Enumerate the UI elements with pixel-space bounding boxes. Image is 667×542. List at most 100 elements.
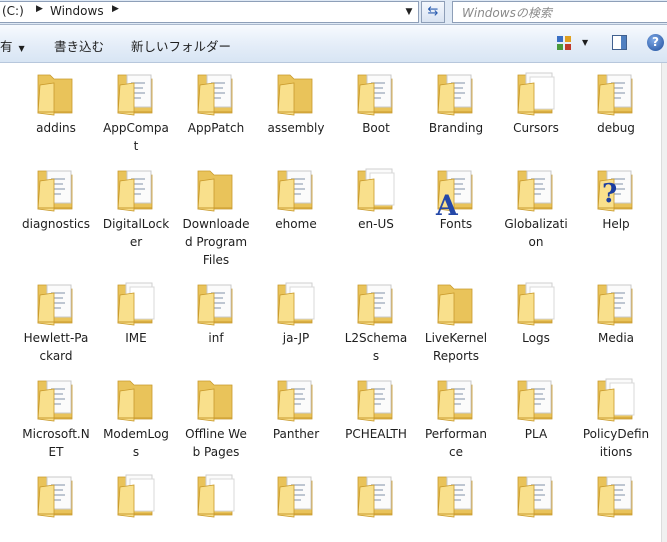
folder-name: inf bbox=[208, 331, 224, 345]
folder-name: diagnostics bbox=[22, 217, 91, 231]
preview-pane-icon[interactable] bbox=[612, 35, 627, 50]
folder-item[interactable]: Branding bbox=[416, 69, 496, 165]
search-placeholder: Windowsの検索 bbox=[462, 6, 552, 20]
folder-name: Performance bbox=[424, 427, 488, 459]
folder-item[interactable]: PCHEALTH bbox=[336, 375, 416, 471]
folder-item[interactable]: ModemLogs bbox=[96, 375, 176, 471]
folder-name: ModemLogs bbox=[103, 427, 169, 459]
folder-item[interactable]: assembly bbox=[256, 69, 336, 165]
folder-name: Offline Web Pages bbox=[185, 427, 247, 459]
folder-item[interactable]: Offline Web Pages bbox=[176, 375, 256, 471]
folder-grid: addins AppCompat AppPatch assembly Boot bbox=[16, 69, 656, 531]
folder-item[interactable] bbox=[96, 471, 176, 531]
folder-name: Hewlett-Packard bbox=[23, 331, 89, 363]
folder-item[interactable]: L2Schemas bbox=[336, 279, 416, 375]
folder-item[interactable] bbox=[496, 471, 576, 531]
folder-icon bbox=[512, 471, 560, 521]
command-bar: 有 ▼ 書き込む 新しいフォルダー ▼ ? bbox=[0, 25, 667, 63]
folder-icon bbox=[432, 69, 480, 119]
folder-item[interactable]: Hewlett-Packard bbox=[16, 279, 96, 375]
folder-item[interactable]: inf bbox=[176, 279, 256, 375]
folder-icon bbox=[432, 279, 480, 329]
folder-name: AppPatch bbox=[187, 121, 245, 135]
folder-name: ehome bbox=[275, 217, 317, 231]
address-bar-area: (C:) ▶ Windows ▶ ▼ ⇆ Windowsの検索 bbox=[0, 0, 667, 25]
folder-item[interactable]: DigitalLocker bbox=[96, 165, 176, 279]
folder-item[interactable]: PLA bbox=[496, 375, 576, 471]
folder-item[interactable]: Cursors bbox=[496, 69, 576, 165]
folder-item[interactable]: IME bbox=[96, 279, 176, 375]
folder-item[interactable]: Microsoft.NET bbox=[16, 375, 96, 471]
folder-icon bbox=[112, 69, 160, 119]
folder-name: AppCompat bbox=[103, 121, 169, 153]
folder-item[interactable]: diagnostics bbox=[16, 165, 96, 279]
folder-icon bbox=[112, 279, 160, 329]
folder-item[interactable] bbox=[576, 471, 656, 531]
folder-item[interactable] bbox=[336, 471, 416, 531]
folder-item[interactable] bbox=[16, 471, 96, 531]
refresh-icon[interactable]: ⇆ bbox=[421, 1, 445, 23]
share-button[interactable]: 有 ▼ bbox=[0, 36, 25, 55]
folder-item[interactable] bbox=[176, 471, 256, 531]
folder-item[interactable]: PolicyDefinitions bbox=[576, 375, 656, 471]
folder-item[interactable]: ? Help bbox=[576, 165, 656, 279]
vertical-scrollbar[interactable] bbox=[661, 63, 667, 542]
folder-icon bbox=[512, 165, 560, 215]
folder-item[interactable]: Panther bbox=[256, 375, 336, 471]
folder-name: Cursors bbox=[513, 121, 559, 135]
folder-icon bbox=[352, 69, 400, 119]
folder-icon: ? bbox=[592, 165, 640, 215]
folder-name: Branding bbox=[428, 121, 484, 135]
view-dropdown-icon[interactable]: ▼ bbox=[582, 38, 588, 47]
folder-name: IME bbox=[125, 331, 147, 345]
folder-icon bbox=[352, 279, 400, 329]
folder-item[interactable]: Performance bbox=[416, 375, 496, 471]
folder-item[interactable]: A Fonts bbox=[416, 165, 496, 279]
folder-item[interactable]: debug bbox=[576, 69, 656, 165]
folder-icon: A bbox=[432, 165, 480, 222]
view-options-icon[interactable] bbox=[557, 36, 571, 50]
folder-item[interactable]: Logs bbox=[496, 279, 576, 375]
folder-item[interactable]: AppPatch bbox=[176, 69, 256, 165]
folder-item[interactable]: AppCompat bbox=[96, 69, 176, 165]
breadcrumb-separator-icon[interactable]: ▶ bbox=[36, 4, 43, 14]
folder-icon bbox=[272, 375, 320, 425]
folder-item[interactable]: en-US bbox=[336, 165, 416, 279]
share-button-label: 有 bbox=[0, 39, 13, 54]
folder-icon bbox=[432, 375, 480, 425]
folder-icon bbox=[272, 471, 320, 521]
folder-icon bbox=[592, 279, 640, 329]
folder-item[interactable]: addins bbox=[16, 69, 96, 165]
breadcrumb-separator-icon[interactable]: ▶ bbox=[112, 4, 119, 14]
search-input[interactable]: Windowsの検索 bbox=[452, 1, 667, 23]
new-folder-button[interactable]: 新しいフォルダー bbox=[131, 36, 231, 55]
folder-item[interactable]: Globalization bbox=[496, 165, 576, 279]
folder-name: Boot bbox=[362, 121, 390, 135]
folder-icon bbox=[112, 165, 160, 215]
folder-item[interactable]: ja-JP bbox=[256, 279, 336, 375]
folder-item[interactable] bbox=[416, 471, 496, 531]
folder-icon bbox=[272, 165, 320, 215]
folder-item[interactable] bbox=[256, 471, 336, 531]
folder-item[interactable]: Downloaded Program Files bbox=[176, 165, 256, 279]
address-history-dropdown-icon[interactable]: ▼ bbox=[402, 2, 416, 22]
folder-item[interactable]: ehome bbox=[256, 165, 336, 279]
address-bar[interactable]: (C:) ▶ Windows ▶ ▼ bbox=[0, 1, 419, 23]
folder-icon bbox=[352, 471, 400, 521]
folder-name: Logs bbox=[522, 331, 550, 345]
breadcrumb-windows[interactable]: Windows bbox=[50, 4, 104, 18]
folder-name: PolicyDefinitions bbox=[582, 427, 650, 459]
folder-icon bbox=[432, 471, 480, 521]
folder-item[interactable]: LiveKernelReports bbox=[416, 279, 496, 375]
folder-item[interactable]: Boot bbox=[336, 69, 416, 165]
burn-button[interactable]: 書き込む bbox=[54, 36, 104, 55]
folder-icon bbox=[352, 165, 400, 215]
folder-item[interactable]: Media bbox=[576, 279, 656, 375]
help-badge-icon: ? bbox=[602, 179, 618, 209]
folder-icon bbox=[192, 69, 240, 119]
font-badge-icon: A bbox=[436, 189, 458, 222]
folder-name: Panther bbox=[272, 427, 320, 441]
breadcrumb-drive[interactable]: (C:) bbox=[2, 4, 24, 18]
file-list: addins AppCompat AppPatch assembly Boot bbox=[0, 63, 661, 542]
help-icon[interactable]: ? bbox=[647, 34, 664, 51]
